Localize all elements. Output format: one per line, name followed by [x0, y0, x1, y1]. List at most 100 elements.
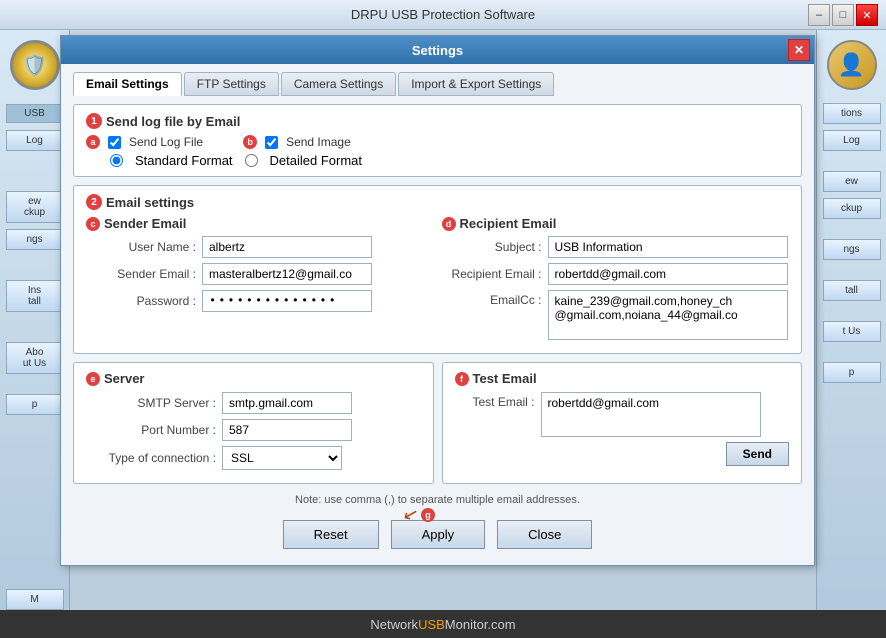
username-row: User Name : — [86, 236, 434, 258]
section1-title-text: Send log file by Email — [106, 114, 240, 129]
reset-button[interactable]: Reset — [283, 520, 379, 549]
recipient-email-label: Recipient Email : — [442, 267, 542, 281]
send-image-row: b Send Image — [243, 135, 351, 149]
tab-email-settings[interactable]: Email Settings — [73, 72, 182, 96]
letter-e: e — [86, 372, 100, 386]
port-row: Port Number : — [86, 419, 421, 441]
detailed-format-label: Detailed Format — [270, 153, 362, 168]
send-btn-container: Send — [455, 442, 790, 466]
minimize-button[interactable]: – — [808, 4, 830, 26]
password-input[interactable] — [202, 290, 372, 312]
recipient-section-title: d Recipient Email — [442, 216, 790, 231]
sidebar-p[interactable]: p — [6, 394, 64, 415]
settings-dialog: Settings ✕ Email Settings FTP Settings C… — [60, 35, 815, 566]
app-title: DRPU USB Protection Software — [351, 7, 535, 22]
detailed-format-radio[interactable] — [245, 154, 258, 167]
sender-email-row: Sender Email : — [86, 263, 434, 285]
title-bar: DRPU USB Protection Software – □ ✕ — [0, 0, 886, 30]
test-email-row: Test Email : robertdd@gmail.com — [455, 392, 790, 437]
action-buttons: Reset Apply Close — [283, 512, 593, 553]
emailcc-label: EmailCc : — [442, 290, 542, 307]
tab-ftp-settings[interactable]: FTP Settings — [184, 72, 279, 96]
note-text: Note: use comma (,) to separate multiple… — [295, 494, 580, 506]
test-email-textarea[interactable]: robertdd@gmail.com — [541, 392, 761, 437]
right-tall[interactable]: tall — [823, 280, 881, 301]
right-ctions[interactable]: tions — [823, 103, 881, 124]
letter-d: d — [442, 217, 456, 231]
right-logo: 👤 — [827, 40, 877, 90]
section2-num: 2 — [86, 194, 102, 210]
tab-bar: Email Settings FTP Settings Camera Setti… — [73, 72, 802, 96]
username-label: User Name : — [86, 240, 196, 254]
email-settings-cols: c Sender Email User Name : Sender Email … — [86, 216, 789, 345]
connection-select[interactable]: SSL TLS None — [222, 446, 342, 470]
maximize-button[interactable]: □ — [832, 4, 854, 26]
section-send-log: 1 Send log file by Email a Send Log File… — [73, 104, 802, 177]
app-close-button[interactable]: ✕ — [856, 4, 878, 26]
right-log[interactable]: Log — [823, 130, 881, 151]
recipient-email-row: Recipient Email : — [442, 263, 790, 285]
recipient-col: d Recipient Email Subject : Recipient Em… — [442, 216, 790, 345]
test-email-section: f Test Email Test Email : robertdd@gmail… — [442, 362, 803, 484]
standard-format-radio[interactable] — [110, 154, 123, 167]
dialog-close-button[interactable]: ✕ — [788, 39, 810, 61]
smtp-input[interactable] — [222, 392, 352, 414]
send-log-checkbox[interactable] — [108, 136, 121, 149]
recipient-email-input[interactable] — [548, 263, 788, 285]
right-ew[interactable]: ew — [823, 171, 881, 192]
sender-col: c Sender Email User Name : Sender Email … — [86, 216, 434, 345]
sidebar-log[interactable]: Log — [6, 130, 64, 151]
sidebar-backup[interactable]: ewckup — [6, 191, 64, 223]
connection-label: Type of connection : — [86, 451, 216, 465]
format-radio-group: Standard Format Detailed Format — [110, 153, 789, 168]
section1-title: 1 Send log file by Email — [86, 113, 789, 129]
footer-bar: Network USB Monitor.com — [0, 610, 886, 638]
bottom-area: ↙ g Reset Apply Close — [73, 512, 802, 553]
section2-title-text: Email settings — [106, 195, 194, 210]
close-button[interactable]: Close — [497, 520, 592, 549]
port-label: Port Number : — [86, 423, 216, 437]
right-us[interactable]: t Us — [823, 321, 881, 342]
letter-f: f — [455, 372, 469, 386]
sender-section-title: c Sender Email — [86, 216, 434, 231]
port-input[interactable] — [222, 419, 352, 441]
send-log-row: a Send Log File — [86, 135, 203, 149]
sidebar-usb[interactable]: USB — [6, 104, 64, 123]
username-input[interactable] — [202, 236, 372, 258]
right-ckup[interactable]: ckup — [823, 198, 881, 219]
send-image-label: Send Image — [286, 135, 351, 149]
app-logo: 🛡️ — [10, 40, 60, 90]
letter-b: b — [243, 135, 257, 149]
right-sidebar: 👤 tions Log ew ckup ngs tall t Us p t — [816, 30, 886, 638]
sidebar-about[interactable]: About Us — [6, 342, 64, 374]
smtp-label: SMTP Server : — [86, 396, 216, 410]
letter-g: g — [421, 508, 435, 522]
emailcc-textarea[interactable]: kaine_239@gmail.com,honey_ch @gmail.com,… — [548, 290, 788, 340]
main-window: DRPU USB Protection Software – □ ✕ 🛡️ US… — [0, 0, 886, 638]
sidebar-m[interactable]: M — [6, 589, 64, 610]
server-section: e Server SMTP Server : Port Number : Typ… — [73, 362, 434, 484]
right-ngs[interactable]: ngs — [823, 239, 881, 260]
dialog-title-bar: Settings ✕ — [61, 36, 814, 64]
server-test-cols: e Server SMTP Server : Port Number : Typ… — [73, 362, 802, 484]
footer-network: Network — [370, 617, 418, 632]
section2-title: 2 Email settings — [86, 194, 789, 210]
sidebar-settings[interactable]: ngs — [6, 229, 64, 250]
subject-label: Subject : — [442, 240, 542, 254]
server-title: e Server — [86, 371, 421, 386]
send-image-checkbox[interactable] — [265, 136, 278, 149]
section1-num: 1 — [86, 113, 102, 129]
sender-email-label: Sender Email : — [86, 267, 196, 281]
tab-camera-settings[interactable]: Camera Settings — [281, 72, 396, 96]
apply-button[interactable]: Apply — [391, 520, 486, 549]
send-button[interactable]: Send — [726, 442, 789, 466]
emailcc-row: EmailCc : kaine_239@gmail.com,honey_ch @… — [442, 290, 790, 340]
sidebar-install[interactable]: Install — [6, 280, 64, 312]
letter-c: c — [86, 217, 100, 231]
tab-import-export[interactable]: Import & Export Settings — [398, 72, 554, 96]
subject-input[interactable] — [548, 236, 788, 258]
section-email-settings: 2 Email settings c Sender Email User Nam… — [73, 185, 802, 354]
right-p2[interactable]: p — [823, 362, 881, 383]
send-log-label: Send Log File — [129, 135, 203, 149]
sender-email-input[interactable] — [202, 263, 372, 285]
